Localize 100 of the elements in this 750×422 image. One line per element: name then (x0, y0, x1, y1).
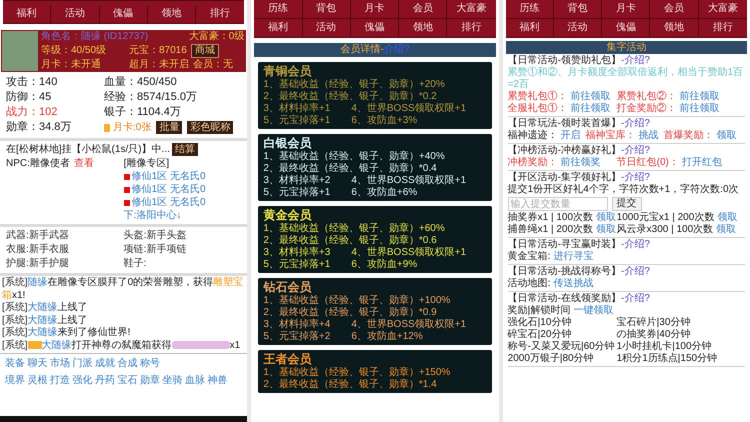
menu-link[interactable]: 境界 (5, 373, 25, 388)
action-link[interactable]: 前往领奖 (560, 157, 601, 169)
menu-link[interactable]: 门派 (72, 356, 92, 371)
nav-tab[interactable]: 大富豪 (447, 0, 496, 18)
nav-tab[interactable]: 背包 (554, 0, 602, 18)
action-link[interactable]: 打开红包 (682, 157, 722, 169)
intro-link[interactable]: -介绍? (621, 118, 650, 130)
menu-link[interactable]: 聊天 (28, 356, 48, 371)
nav-tab[interactable]: 月卡 (350, 0, 400, 18)
intro-link[interactable]: -介绍? (621, 293, 650, 305)
stat-label: 攻击：140 (6, 75, 58, 90)
benefit-text: 3、材料掉率+1 (263, 103, 332, 114)
action-link[interactable]: 前往领取 (570, 91, 611, 103)
nav-tab[interactable]: 领地 (650, 19, 699, 37)
nav-tab[interactable]: 傀儡 (100, 5, 148, 23)
statue-link[interactable]: 修仙1区 无名氏0 (132, 170, 206, 183)
benefit-text: 4、世界BOSS领取权限+1 (351, 319, 468, 330)
nav-tab[interactable]: 傀儡 (602, 19, 650, 37)
field-label: 节日红包(0)： (616, 157, 679, 169)
nav-tab[interactable]: 活动 (51, 5, 100, 23)
menu-link[interactable]: 装备 (5, 356, 25, 371)
action-link[interactable]: 领取 (717, 212, 738, 224)
intro-link[interactable]: -介绍? (621, 172, 650, 184)
menu-link[interactable]: 市场 (50, 356, 70, 371)
next-location-link[interactable]: 下:洛阳中心↓ (124, 209, 242, 222)
nav-tab[interactable]: 大富豪 (698, 0, 747, 18)
nav-tab[interactable]: 会员 (650, 0, 699, 18)
quantity-input[interactable]: 输入提交数量 (508, 197, 608, 211)
shop-button[interactable]: 商城 (190, 44, 219, 58)
card-title: 青铜会员 (263, 64, 312, 78)
nav-tab[interactable]: 活动 (554, 19, 602, 37)
menu-link[interactable]: 强化 (72, 373, 92, 388)
intro-link[interactable]: -介绍? (621, 239, 650, 251)
nav-tab[interactable]: 傀儡 (350, 19, 400, 37)
info-text: の抽奖券|40分钟 (616, 329, 690, 340)
action-link[interactable]: 前往领取 (680, 103, 720, 115)
nav-tab[interactable]: 会员 (399, 0, 448, 18)
action-link[interactable]: 一键领取 (573, 305, 614, 317)
action-link[interactable]: 领取 (596, 212, 616, 224)
action-link[interactable]: 领取 (716, 130, 737, 142)
intro-link[interactable]: -介绍? (621, 266, 650, 278)
action-link[interactable]: 进行寻宝 (553, 251, 594, 263)
nav-tab[interactable]: 历练 (506, 0, 554, 18)
benefit-text: 2、最终收益（经验、银子、勋章）*0.4 (263, 163, 438, 174)
info-text: 奖励|解锁时间 (508, 305, 570, 316)
action-link[interactable]: 前往领取 (570, 103, 611, 115)
action-link[interactable]: 领取 (596, 224, 616, 236)
info-text: 活动地图: (508, 278, 550, 290)
nav-tab[interactable]: 历练 (254, 0, 303, 18)
benefit-text: 3、材料掉率+4 (263, 319, 332, 330)
nav-tab[interactable]: 福利 (254, 19, 303, 37)
action-link[interactable]: 传送挑战 (553, 278, 594, 290)
nav-tab[interactable]: 福利 (3, 5, 52, 23)
statue-link[interactable]: 修仙1区 无名氏0 (132, 183, 206, 196)
action-link[interactable]: 开启 (560, 130, 581, 142)
menu-link[interactable]: 神兽 (208, 373, 228, 388)
nav-tab[interactable]: 排行 (698, 19, 747, 37)
rank-label: 大富豪：0级 (188, 30, 244, 44)
action-link[interactable]: 挑战 (638, 130, 659, 142)
menu-link[interactable]: 勋章 (140, 373, 160, 388)
menu-link[interactable]: 合成 (118, 356, 138, 371)
action-link[interactable]: 前往领取 (680, 91, 720, 103)
nav-tab[interactable]: 领地 (148, 5, 196, 23)
nav-tab[interactable]: 排行 (447, 19, 496, 37)
submit-button[interactable]: 提交 (612, 197, 642, 211)
nav-tab[interactable]: 排行 (196, 5, 244, 23)
menu-link[interactable]: 坐骑 (162, 373, 182, 388)
nav-tab[interactable]: 月卡 (602, 0, 650, 18)
action-link[interactable]: 领取 (716, 224, 736, 236)
benefit-text: 1、基础收益（经验、银子、勋章）+40% (263, 151, 446, 162)
action-button[interactable]: 彩色昵称 (187, 121, 234, 134)
statue-link[interactable]: 修仙1区 无名氏0 (132, 196, 206, 209)
intro-link[interactable]: -介绍? (621, 55, 650, 67)
menu-link[interactable]: 血脉 (185, 373, 205, 388)
card-title: 王者会员 (263, 352, 312, 366)
menu-link[interactable]: 丹药 (95, 373, 115, 388)
intro-link[interactable]: -介绍? (621, 145, 650, 157)
nav-tab[interactable]: 活动 (302, 19, 351, 37)
level-label: 等级：40/50级 (41, 44, 108, 58)
view-link[interactable]: 查看 (74, 157, 94, 170)
menu-link[interactable]: 称号 (140, 356, 160, 371)
benefit-text: 3、材料掉率+2 (263, 175, 332, 186)
stat-label: 战力：102 (6, 105, 58, 120)
menu-link[interactable]: 宝石 (118, 373, 138, 388)
info-text: 黄金宝箱: (508, 251, 550, 263)
settle-button[interactable]: 结算 (172, 143, 198, 156)
menu-link[interactable]: 灵根 (28, 373, 48, 388)
section-title: 【日常活动-寻宝赢时装】 (508, 239, 621, 250)
nav-tab[interactable]: 背包 (302, 0, 351, 18)
character-name: 角色名：随缘 (ID12737) (41, 30, 148, 44)
benefit-text: 1、基础收益（经验、银子、勋章）+20% (263, 79, 446, 90)
action-button[interactable]: 批量 (156, 121, 182, 134)
menu-link[interactable]: 成就 (95, 356, 115, 371)
info-text: 提交1份开区好礼4个字，字符次数+1，字符次数:0次 (508, 184, 740, 196)
nav-tab[interactable]: 福利 (506, 19, 554, 37)
nav-tab[interactable]: 领地 (399, 19, 448, 37)
chat-message: [系统] 大随缘打开神尊の弑魔箱获得 x1 (2, 340, 242, 352)
menu-link[interactable]: 打造 (50, 373, 70, 388)
benefit-text: 6、攻防血+9% (351, 259, 418, 271)
benefit-text: 4、世界BOSS领取权限+1 (351, 247, 468, 258)
